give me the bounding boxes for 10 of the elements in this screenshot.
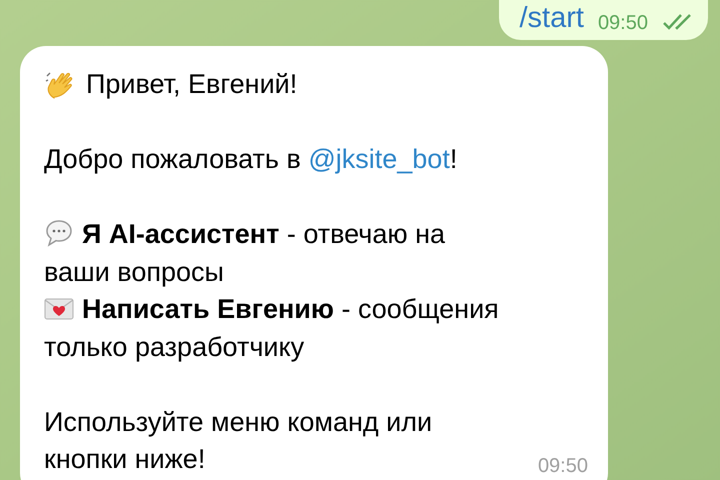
instructions-text: Используйте меню команд или кнопки ниже! xyxy=(44,406,434,476)
feature-text: Написать Евгению - сообщения только разработчику xyxy=(44,293,500,364)
message-time: 09:50 xyxy=(538,454,588,478)
bot-link[interactable]: @jksite_bot xyxy=(308,144,450,174)
message-time: 09:50 xyxy=(598,11,648,36)
speech-bubble-icon xyxy=(44,218,74,248)
welcome-text: Добро пожаловать в @jksite_bot! xyxy=(44,143,458,176)
greeting-text: Привет, Евгений! xyxy=(44,66,588,104)
command-link[interactable]: /start xyxy=(519,0,584,36)
feature-text: Я AI-ассистент - отвечаю на ваши вопросы xyxy=(44,217,446,289)
